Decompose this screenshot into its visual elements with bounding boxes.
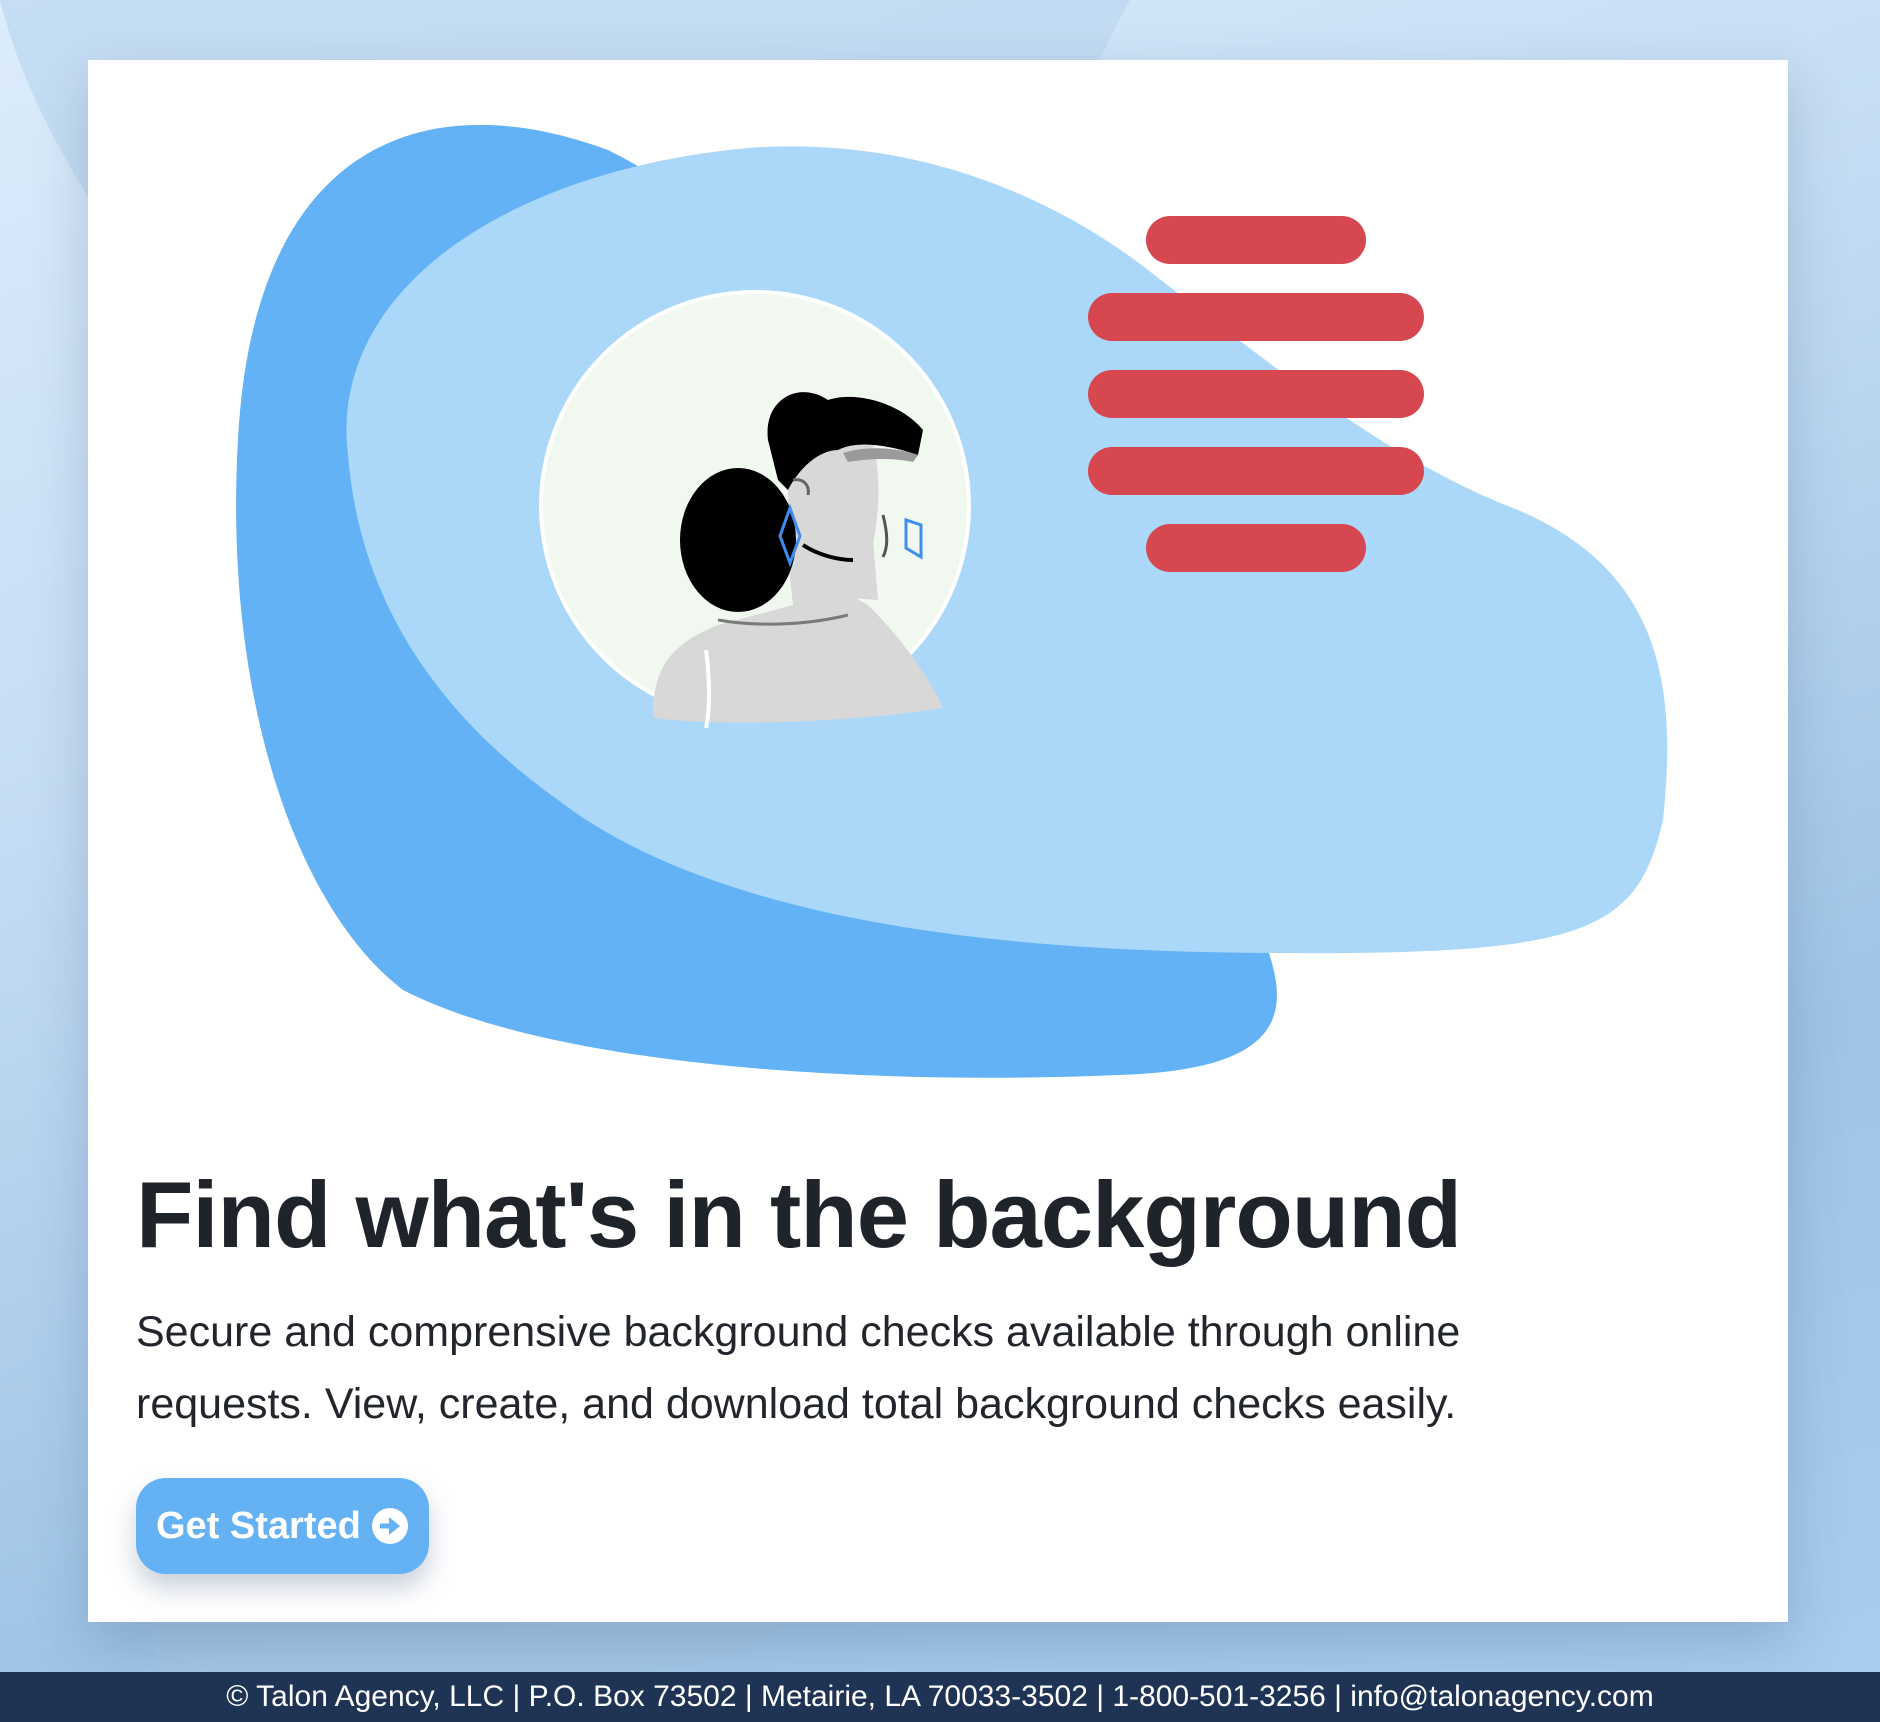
page-title: Find what's in the background xyxy=(136,1162,1462,1267)
arrow-circle-right-icon xyxy=(371,1507,409,1545)
hero-content: Find what's in the background Secure and… xyxy=(136,1160,1696,1440)
hero-description: Secure and comprensive background checks… xyxy=(136,1308,1461,1428)
footer: © Talon Agency, LLC | P.O. Box 73502 | M… xyxy=(0,1672,1880,1722)
get-started-label: Get Started xyxy=(156,1504,361,1547)
hero-card: Find what's in the background Secure and… xyxy=(88,60,1788,1622)
get-started-button[interactable]: Get Started xyxy=(136,1478,429,1574)
woman-profile-illustration xyxy=(236,124,1668,1078)
footer-text: © Talon Agency, LLC | P.O. Box 73502 | M… xyxy=(226,1680,1654,1713)
